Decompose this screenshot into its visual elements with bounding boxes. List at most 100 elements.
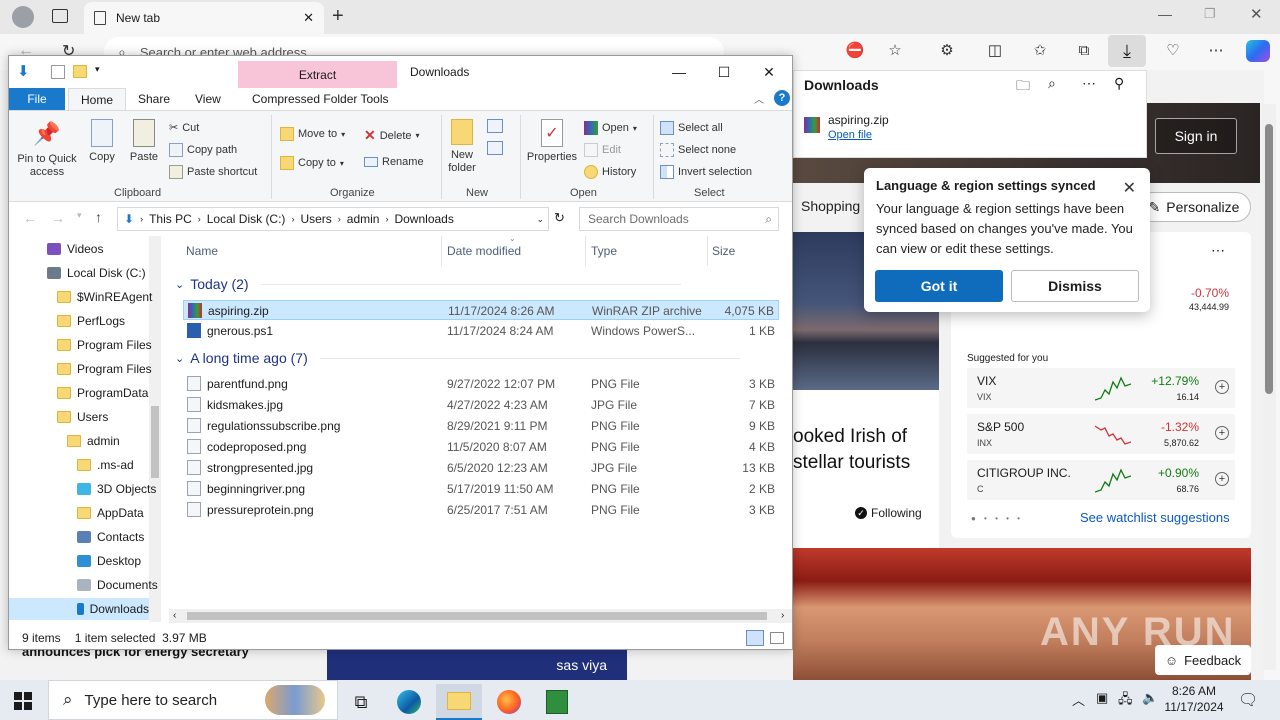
nav-item[interactable]: .ms-ad <box>77 454 134 476</box>
file-row[interactable]: parentfund.png 9/27/2022 12:07 PM PNG File… <box>183 374 779 394</box>
stock-row[interactable]: S&P 500 INX -1.32% 5,870.62 + <box>967 414 1235 454</box>
tracking-icon[interactable]: ⛔ <box>845 42 865 60</box>
properties-button[interactable]: ✓ Properties <box>523 119 581 164</box>
nav-shopping[interactable]: Shopping <box>801 198 860 214</box>
add-to-watchlist-icon[interactable]: + <box>1215 472 1229 486</box>
column-divider[interactable] <box>707 236 708 266</box>
following-button[interactable]: ✓ Following <box>855 506 922 520</box>
maximize-icon[interactable]: ☐ <box>714 62 734 82</box>
minimize-icon[interactable]: — <box>1158 6 1172 22</box>
close-window-icon[interactable]: ✕ <box>1250 5 1263 23</box>
volume-icon[interactable]: 🔈 <box>1142 690 1158 706</box>
copy-to-button[interactable]: Copy to ▾ <box>280 156 344 170</box>
column-divider[interactable] <box>441 236 442 266</box>
easy-access-icon[interactable] <box>487 141 503 155</box>
edge-taskbar-icon[interactable] <box>386 684 432 720</box>
chevron-right-icon[interactable]: › <box>338 214 341 224</box>
scroll-thumb[interactable] <box>1265 124 1273 394</box>
cut-button[interactable]: ✂ Cut <box>169 121 199 135</box>
collapse-chevron-icon[interactable]: ⌄ <box>175 278 184 291</box>
new-tab-icon[interactable]: + <box>332 5 344 28</box>
file-row[interactable]: pressureprotein.png 6/25/2017 7:51 AM PNG … <box>183 500 779 520</box>
copy-button[interactable]: Copy <box>83 119 121 164</box>
column-size[interactable]: Size <box>712 244 735 258</box>
breadcrumb-item[interactable]: Downloads <box>394 212 453 226</box>
nav-item[interactable]: admin <box>67 430 120 452</box>
minimize-icon[interactable]: — <box>669 62 689 82</box>
file-row[interactable]: kidsmakes.jpg 4/27/2022 4:23 AM JPG File 7 … <box>183 395 779 415</box>
refresh-icon[interactable]: ↻ <box>554 210 565 226</box>
file-row[interactable]: regulationssubscribe.png 8/29/2021 9:11 P… <box>183 416 779 436</box>
scroll-left-icon[interactable]: ‹ <box>173 610 176 621</box>
profile-avatar[interactable] <box>12 6 34 28</box>
nav-scroll-thumb[interactable] <box>151 406 159 478</box>
tab-new-tab[interactable]: New tab ✕ <box>84 2 324 34</box>
nav-item[interactable]: Program Files <box>57 358 152 380</box>
nav-item[interactable]: Contacts <box>77 526 144 548</box>
pin-icon[interactable]: ⚲ <box>1114 75 1124 92</box>
extract-context-tab[interactable]: Extract <box>238 61 397 88</box>
nav-item[interactable]: AppData <box>77 502 144 524</box>
favorites-icon[interactable]: ✩ <box>1030 42 1050 60</box>
notifications-icon[interactable]: 🗨 <box>1238 690 1258 710</box>
recent-dropdown-icon[interactable]: ▾ <box>77 210 82 221</box>
paste-button[interactable]: Paste <box>125 119 163 164</box>
file-row[interactable]: strongpresented.jpg 6/5/2020 12:23 AM JPG … <box>183 458 779 478</box>
nav-item[interactable]: ProgramData <box>57 382 148 404</box>
nav-item[interactable]: PerfLogs <box>57 310 125 332</box>
breadcrumb-item[interactable]: admin <box>347 212 380 226</box>
rename-button[interactable]: Rename <box>364 156 424 168</box>
network-icon[interactable]: 🖧 <box>1118 690 1133 712</box>
h-scroll-thumb[interactable] <box>187 612 767 620</box>
column-name[interactable]: Name <box>186 244 218 258</box>
file-row[interactable]: codeproposed.png 11/5/2020 8:07 AM PNG Fil… <box>183 437 779 457</box>
sign-in-button[interactable]: Sign in <box>1155 118 1237 154</box>
breadcrumb[interactable]: ⬇ › This PC › Local Disk (C:) › Users › admin ›… <box>117 207 549 231</box>
chevron-up-icon[interactable]: ︿ <box>1072 690 1085 709</box>
search-downloads-icon[interactable]: ⌕ <box>1048 75 1056 92</box>
group-header[interactable]: ⌄ Today (2) <box>175 276 681 292</box>
horizontal-scrollbar[interactable]: ‹ › <box>169 609 792 623</box>
details-view-icon[interactable] <box>746 630 764 646</box>
nav-item[interactable]: Desktop <box>77 550 141 572</box>
page-scrollbar[interactable] <box>1262 104 1276 670</box>
file-row[interactable]: beginningriver.png 5/17/2019 11:50 AM PNG … <box>183 479 779 499</box>
tab-home[interactable]: Home <box>68 88 126 111</box>
chevron-right-icon[interactable]: › <box>198 214 201 224</box>
close-icon[interactable]: ✕ <box>1123 178 1136 198</box>
collections-icon[interactable]: ⧉ <box>1074 42 1094 60</box>
breadcrumb-item[interactable]: Local Disk (C:) <box>207 212 286 226</box>
stock-row[interactable]: CITIGROUP INC. C +0.90% 68.76 + <box>967 460 1235 500</box>
chevron-right-icon[interactable]: › <box>291 214 294 224</box>
search-downloads-input[interactable]: Search Downloads ⌕ <box>579 207 779 231</box>
column-date-modified[interactable]: Date modified <box>447 244 521 258</box>
forward-icon[interactable]: → <box>51 210 65 226</box>
open-button[interactable]: Open ▾ <box>584 121 637 135</box>
history-button[interactable]: History <box>584 165 636 179</box>
taskbar-search[interactable]: ⌕ Type here to search <box>48 680 338 720</box>
nav-item[interactable]: Videos <box>47 238 103 260</box>
favorite-star-icon[interactable]: ☆ <box>885 42 905 60</box>
copilot-icon[interactable] <box>1246 40 1270 62</box>
open-file-link[interactable]: Open file <box>828 129 889 141</box>
nav-item[interactable]: Local Disk (C:) <box>47 262 146 284</box>
scroll-right-icon[interactable]: › <box>781 610 784 621</box>
performance-icon[interactable]: ♡ <box>1163 42 1183 60</box>
download-item[interactable]: aspiring.zip Open file <box>804 113 889 141</box>
windows-start-icon[interactable] <box>14 692 32 710</box>
task-view-icon[interactable]: ⧉ <box>338 684 384 720</box>
got-it-button[interactable]: Got it <box>875 270 1003 302</box>
qa-dropdown-icon[interactable]: ▾ <box>95 64 100 75</box>
copy-path-button[interactable]: Copy path <box>169 143 237 157</box>
large-icons-view-icon[interactable] <box>770 632 784 644</box>
new-folder-button[interactable]: New folder <box>443 119 481 175</box>
app-taskbar-icon[interactable] <box>534 684 580 720</box>
invert-selection-button[interactable]: Invert selection <box>660 165 752 179</box>
tab-file[interactable]: File <box>9 88 65 110</box>
column-type[interactable]: Type <box>591 244 617 258</box>
new-item-icon[interactable] <box>487 119 503 133</box>
split-screen-icon[interactable]: ◫ <box>985 42 1005 60</box>
nav-item[interactable]: 3D Objects <box>77 478 156 500</box>
personalize-button[interactable]: ✎ Personalize <box>1137 192 1251 222</box>
group-header[interactable]: ⌄ A long time ago (7) <box>175 350 740 366</box>
